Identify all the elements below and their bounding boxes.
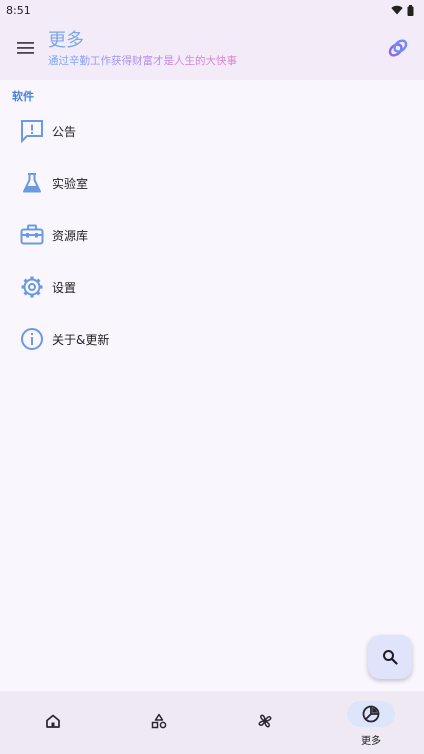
menu-item-announcement[interactable]: 公告 bbox=[0, 105, 424, 157]
menu-item-label: 实验室 bbox=[52, 176, 89, 191]
menu-item-settings[interactable]: 设置 bbox=[0, 261, 424, 313]
search-icon bbox=[383, 650, 398, 665]
menu-list: 公告 实验室 资源库 设置 关于&更新 bbox=[0, 105, 424, 365]
status-icons bbox=[391, 4, 414, 16]
status-time: 8:51 bbox=[6, 3, 31, 17]
announcement-icon bbox=[19, 118, 45, 144]
menu-item-label: 关于&更新 bbox=[52, 332, 110, 347]
menu-item-label: 设置 bbox=[52, 280, 77, 295]
app-bar: 更多 通过辛勤工作获得财富才是人生的大快事 bbox=[0, 20, 424, 80]
page-subtitle: 通过辛勤工作获得财富才是人生的大快事 bbox=[48, 55, 237, 67]
section-header: 软件 bbox=[12, 90, 34, 103]
nav-label-more: 更多 bbox=[361, 736, 381, 747]
pie-chart-icon bbox=[362, 705, 380, 723]
home-icon bbox=[46, 714, 60, 728]
nav-item-more[interactable]: 更多 bbox=[318, 691, 424, 754]
nav-item-home[interactable] bbox=[0, 691, 106, 754]
battery-icon bbox=[407, 4, 414, 16]
toolbox-icon bbox=[19, 222, 45, 248]
page-title: 更多 bbox=[48, 30, 84, 51]
menu-item-label: 资源库 bbox=[52, 228, 89, 243]
nav-item-discover[interactable] bbox=[212, 691, 318, 754]
menu-item-about[interactable]: 关于&更新 bbox=[0, 313, 424, 365]
menu-item-label: 公告 bbox=[52, 124, 77, 139]
bottom-navigation: 更多 bbox=[0, 691, 424, 754]
title-block: 更多 通过辛勤工作获得财富才是人生的大快事 bbox=[48, 29, 237, 69]
menu-item-resources[interactable]: 资源库 bbox=[0, 209, 424, 261]
shapes-icon bbox=[151, 713, 167, 729]
nav-item-categories[interactable] bbox=[106, 691, 212, 754]
menu-icon[interactable] bbox=[16, 40, 36, 56]
gear-icon bbox=[19, 274, 45, 300]
wifi-icon bbox=[391, 5, 403, 15]
flask-icon bbox=[19, 170, 45, 196]
theme-rings-icon[interactable] bbox=[386, 36, 410, 60]
search-fab[interactable] bbox=[368, 635, 412, 679]
pinwheel-icon bbox=[258, 714, 272, 728]
info-icon bbox=[19, 326, 45, 352]
status-bar: 8:51 bbox=[0, 0, 424, 20]
menu-item-lab[interactable]: 实验室 bbox=[0, 157, 424, 209]
